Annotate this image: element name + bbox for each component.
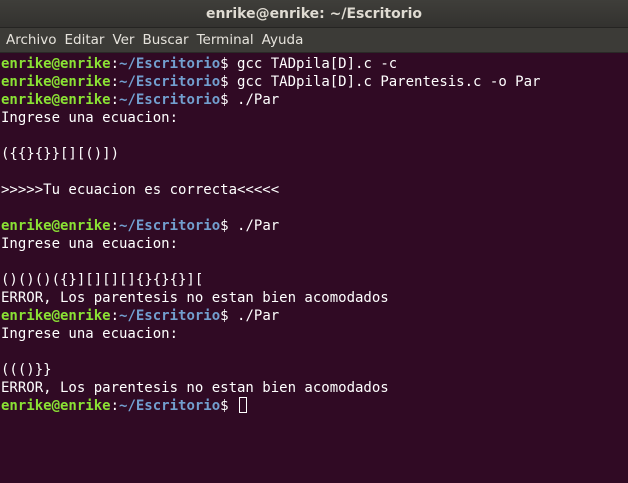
output-line: ({{}{}}[][()]): [1, 146, 120, 162]
prompt-line: enrike@enrike:~/Escritorio$ ./Par: [1, 91, 628, 109]
prompt-user: enrike@enrike: [1, 74, 111, 90]
prompt-separator: :: [110, 74, 120, 90]
prompt-sigil: $: [220, 218, 229, 234]
prompt-path: ~/Escritorio: [119, 56, 221, 72]
prompt-line: enrike@enrike:~/Escritorio$ ./Par: [1, 307, 628, 325]
command-text: [229, 398, 237, 414]
prompt-line: enrike@enrike:~/Escritorio$ gcc TADpila[…: [1, 55, 628, 73]
output-line: Ingrese una ecuacion:: [1, 326, 179, 342]
prompt-user: enrike@enrike: [1, 218, 111, 234]
prompt-sigil: $: [220, 308, 229, 324]
output-line: ((()}}: [1, 362, 52, 378]
menu-buscar[interactable]: Buscar: [138, 32, 192, 48]
menu-ver[interactable]: Ver: [108, 32, 138, 48]
command-text: ./Par: [228, 92, 280, 108]
prompt-sigil: $: [220, 92, 229, 108]
title-bar[interactable]: enrike@enrike: ~/Escritorio: [0, 0, 628, 28]
menu-bar: Archivo Editar Ver Buscar Terminal Ayuda: [0, 28, 628, 53]
command-text: ./Par: [228, 218, 280, 234]
prompt-separator: :: [110, 308, 120, 324]
prompt-path: ~/Escritorio: [119, 92, 221, 108]
prompt-separator: :: [110, 218, 120, 234]
prompt-separator: :: [110, 398, 120, 414]
prompt-path: ~/Escritorio: [119, 218, 221, 234]
prompt-path: ~/Escritorio: [119, 308, 221, 324]
menu-ayuda[interactable]: Ayuda: [258, 32, 308, 48]
command-text: gcc TADpila[D].c -c: [228, 56, 398, 72]
prompt-line: enrike@enrike:~/Escritorio$ ./Par: [1, 217, 628, 235]
menu-terminal[interactable]: Terminal: [193, 32, 258, 48]
prompt-path: ~/Escritorio: [119, 74, 221, 90]
prompt-sigil: $: [220, 56, 229, 72]
output-line: Ingrese una ecuacion:: [1, 110, 179, 126]
output-line: ERROR, Los parentesis no estan bien acom…: [1, 380, 389, 396]
menu-editar[interactable]: Editar: [60, 32, 108, 48]
menu-archivo[interactable]: Archivo: [2, 32, 60, 48]
prompt-separator: :: [110, 56, 120, 72]
prompt-line: enrike@enrike:~/Escritorio$: [1, 397, 628, 415]
prompt-sigil: $: [220, 74, 229, 90]
prompt-sigil: $: [220, 398, 229, 414]
prompt-user: enrike@enrike: [1, 308, 111, 324]
window-title: enrike@enrike: ~/Escritorio: [205, 5, 423, 22]
prompt-user: enrike@enrike: [1, 56, 111, 72]
text-cursor[interactable]: [239, 397, 248, 413]
output-line: Ingrese una ecuacion:: [1, 236, 179, 252]
terminal-output[interactable]: enrike@enrike:~/Escritorio$ gcc TADpila[…: [0, 53, 628, 415]
prompt-user: enrike@enrike: [1, 398, 111, 414]
command-text: gcc TADpila[D].c Parentesis.c -o Par: [228, 74, 541, 90]
output-line: ()()()({}][][][]{}{}{}][: [1, 272, 204, 288]
prompt-line: enrike@enrike:~/Escritorio$ gcc TADpila[…: [1, 73, 628, 91]
output-line: >>>>>Tu ecuacion es correcta<<<<<: [1, 182, 280, 198]
terminal-window: enrike@enrike: ~/Escritorio Archivo Edit…: [0, 0, 628, 483]
prompt-separator: :: [110, 92, 120, 108]
output-line: ERROR, Los parentesis no estan bien acom…: [1, 290, 389, 306]
prompt-path: ~/Escritorio: [119, 398, 221, 414]
prompt-user: enrike@enrike: [1, 92, 111, 108]
command-text: ./Par: [228, 308, 280, 324]
